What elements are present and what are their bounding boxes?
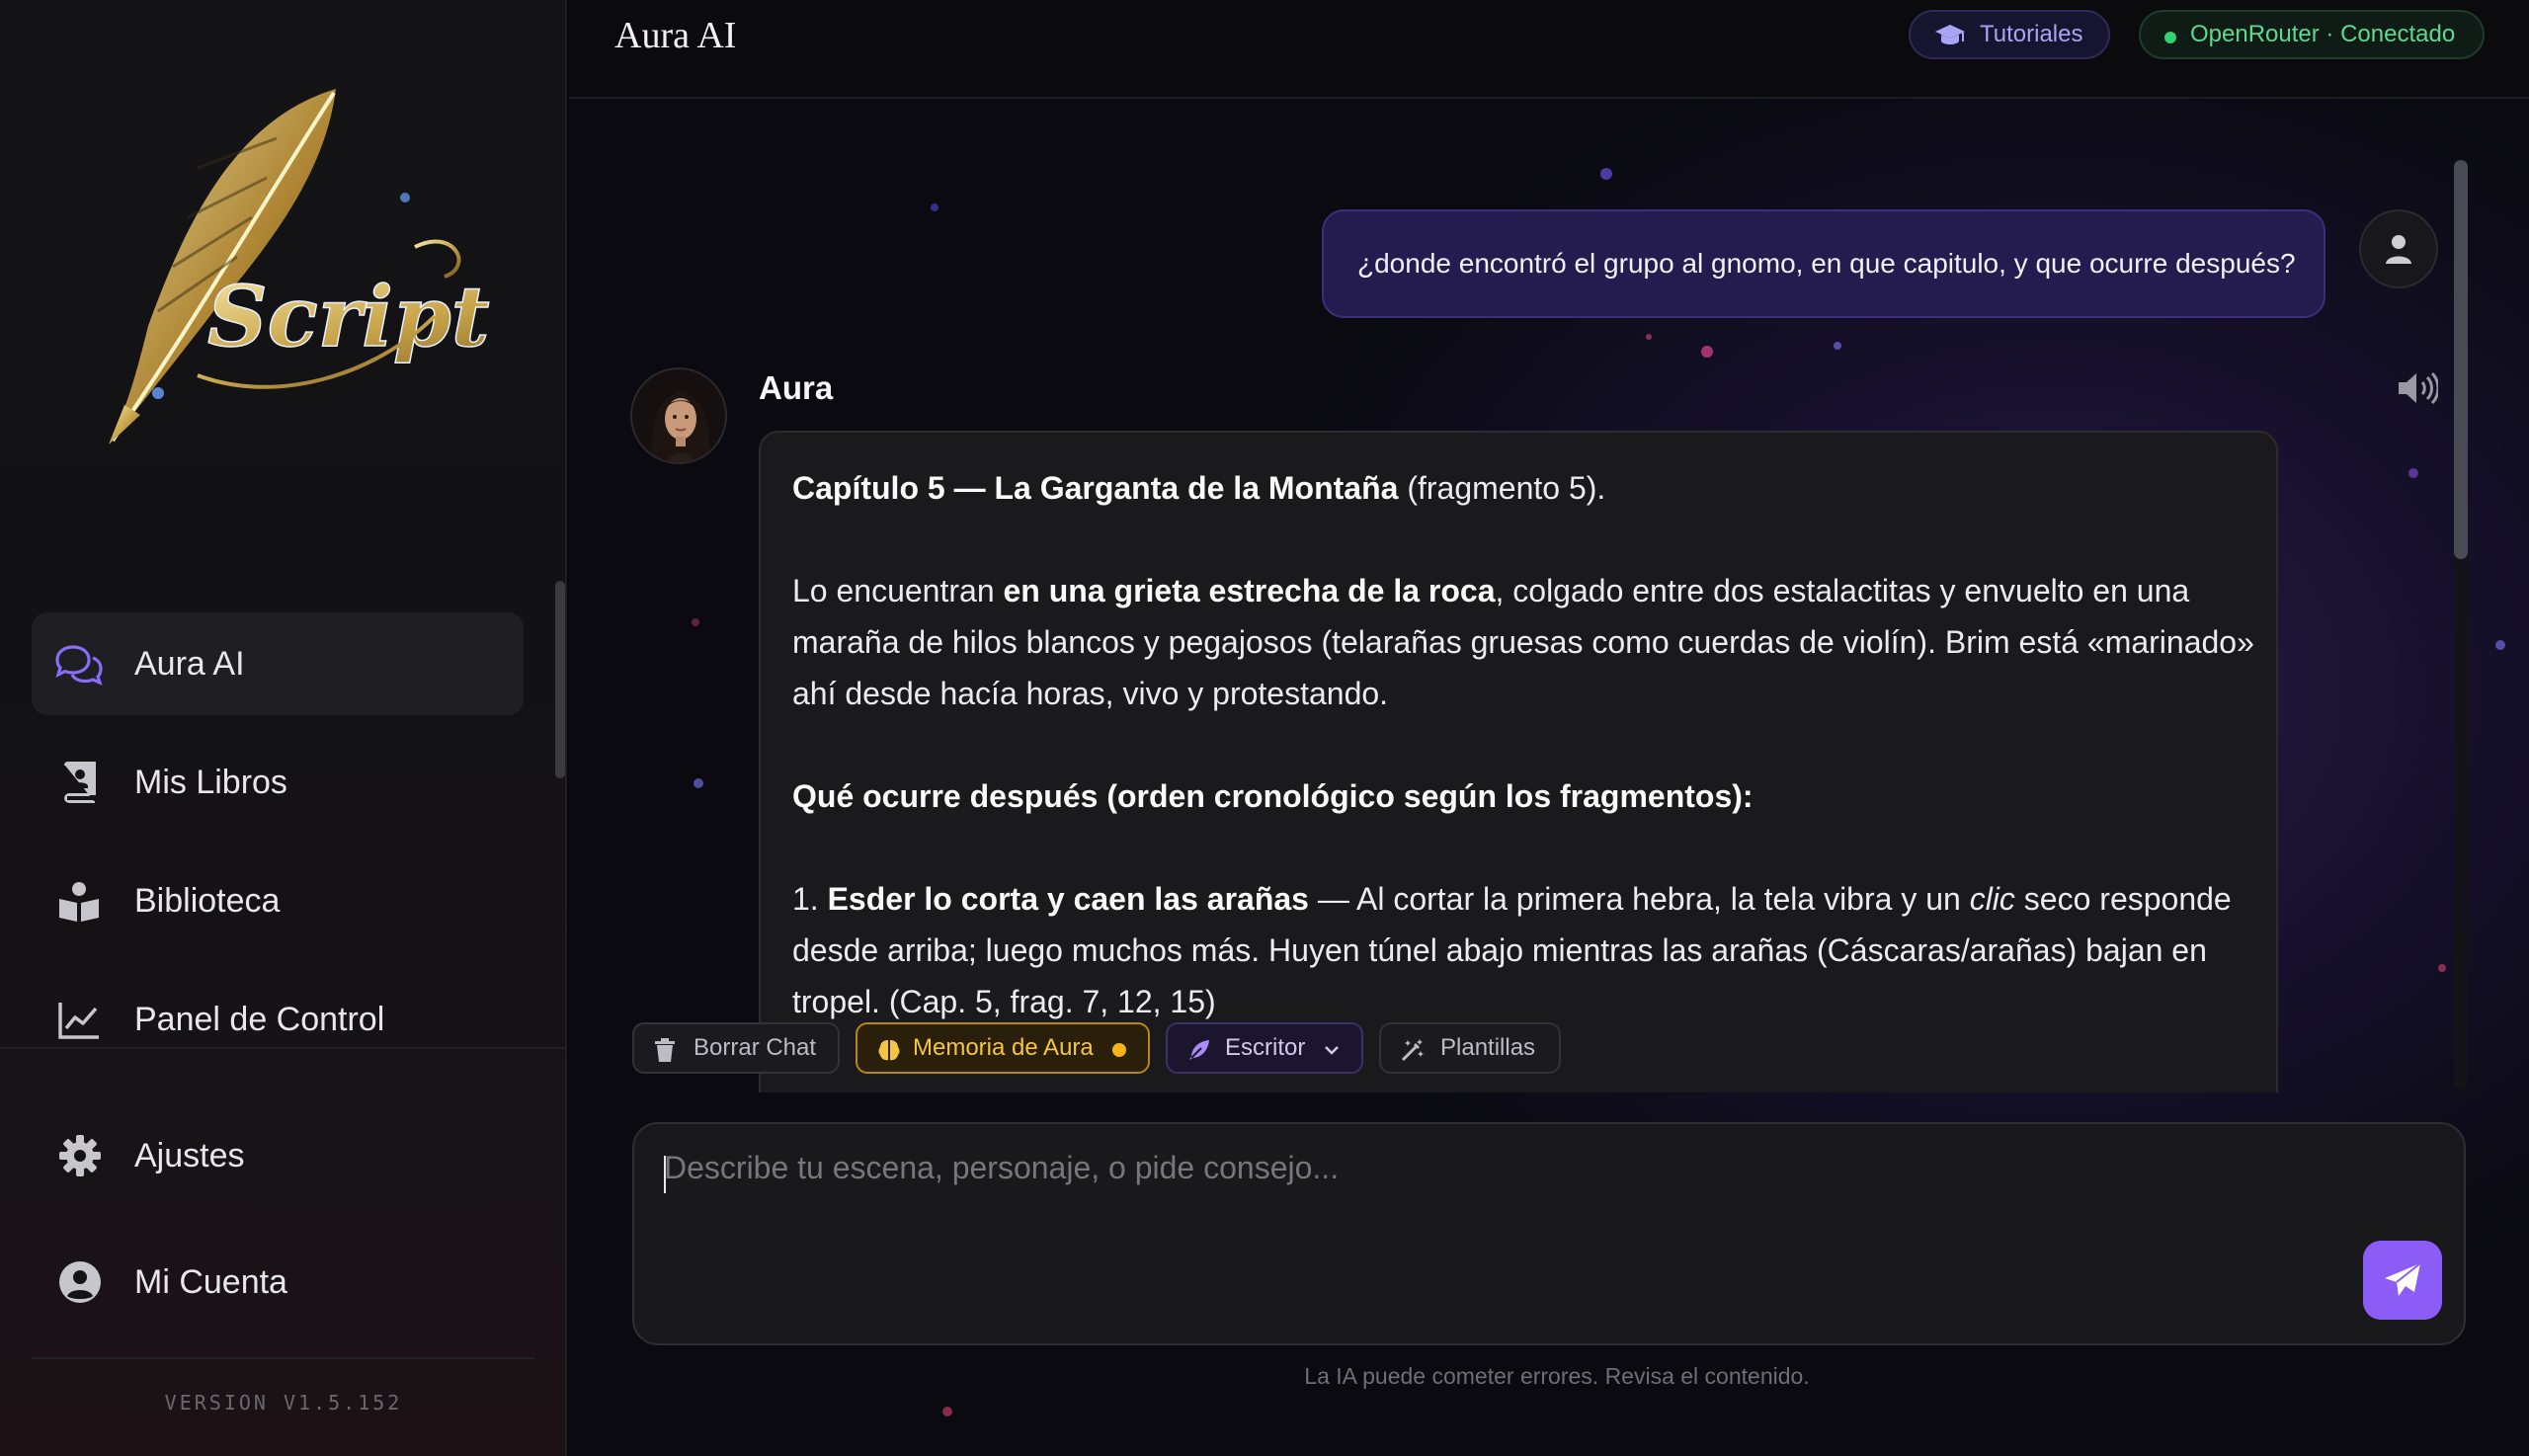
sidebar-item-label: Aura AI — [134, 644, 245, 683]
sidebar-item-panel-de-control[interactable]: Panel de Control — [32, 968, 524, 1047]
assistant-name: Aura — [759, 369, 834, 406]
paper-plane-icon — [2385, 1262, 2421, 1296]
sidebar-item-mi-cuenta[interactable]: Mi Cuenta — [32, 1235, 524, 1330]
particle — [931, 203, 938, 211]
writer-mode-label: Escritor — [1225, 1034, 1306, 1061]
memory-status-dot — [1112, 1043, 1126, 1057]
particle — [1701, 346, 1713, 358]
chat-scrollbar[interactable] — [2454, 160, 2468, 559]
sidebar-item-label: Biblioteca — [134, 881, 281, 920]
sidebar-item-label: Panel de Control — [134, 1000, 385, 1038]
magic-wand-icon — [1401, 1038, 1425, 1069]
book-icon — [53, 762, 105, 804]
send-button[interactable] — [2363, 1241, 2442, 1320]
tutorials-button[interactable]: Tutoriales — [1909, 10, 2110, 59]
version-label: VERSION V1.5.152 — [164, 1391, 403, 1415]
assistant-message-card: Capítulo 5 — La Garganta de la Montaña (… — [759, 431, 2278, 1092]
writer-mode-dropdown[interactable]: Escritor — [1166, 1022, 1363, 1074]
aura-memory-label: Memoria de Aura — [913, 1034, 1094, 1061]
templates-button[interactable]: Plantillas — [1379, 1022, 1561, 1074]
sidebar-item-aura-ai[interactable]: Aura AI — [32, 612, 524, 715]
sidebar-item-label: Mi Cuenta — [134, 1262, 287, 1301]
sidebar-item-ajustes[interactable]: Ajustes — [32, 1108, 524, 1203]
sidebar-nav: Aura AI Mis Libros Biblioteca Panel de C… — [0, 593, 553, 1047]
gear-icon — [55, 1131, 105, 1180]
assistant-message-body: Capítulo 5 — La Garganta de la Montaña (… — [792, 462, 2254, 1079]
chevron-down-icon — [1322, 1038, 1342, 1069]
aura-avatar — [630, 367, 727, 464]
particle — [1600, 168, 1612, 180]
message-bold-text: en una grieta estrecha de la roca — [1003, 573, 1496, 608]
chapter-heading: Capítulo 5 — La Garganta de la Montaña — [792, 470, 1399, 506]
user-message-bubble: ¿donde encontró el grupo al gnomo, en qu… — [1322, 209, 2325, 318]
tutorials-label: Tutoriales — [1980, 21, 2083, 47]
particle — [942, 1407, 952, 1416]
message-text: Lo encuentran — [792, 573, 1004, 608]
page-title: Aura AI — [614, 15, 737, 56]
message-composer — [632, 1122, 2466, 1345]
message-text: (fragmento 5). — [1398, 470, 1606, 506]
sidebar-item-label: Ajustes — [134, 1136, 245, 1174]
templates-label: Plantillas — [1440, 1034, 1536, 1061]
particle — [692, 618, 699, 626]
sidebar: Scriptum Aura AI Mis Libros — [0, 0, 638, 1456]
connection-status-label: OpenRouter · Conectado — [2190, 21, 2456, 47]
trash-icon — [654, 1038, 676, 1069]
particle — [2495, 640, 2505, 650]
main-panel: Aura AI Tutoriales OpenRouter · Conectad… — [569, 0, 2529, 1456]
sidebar-scrollbar[interactable] — [555, 581, 565, 778]
scriptum-logo: Scriptum — [79, 79, 638, 474]
clear-chat-button[interactable]: Borrar Chat — [632, 1022, 840, 1074]
chat-bubbles-icon — [53, 644, 105, 686]
particle — [2438, 964, 2446, 972]
version-divider — [32, 1357, 535, 1359]
sidebar-item-label: Mis Libros — [134, 763, 287, 801]
message-text: — Al cortar la primera hebra, la tela vi… — [1308, 881, 1970, 917]
particle — [693, 778, 703, 788]
clear-chat-label: Borrar Chat — [693, 1034, 817, 1061]
user-icon — [2386, 235, 2411, 264]
graduation-cap-icon — [1934, 24, 1966, 54]
app-root: Scriptum Aura AI Mis Libros — [0, 0, 2529, 1456]
sidebar-item-biblioteca[interactable]: Biblioteca — [32, 849, 524, 952]
particle — [2408, 468, 2418, 478]
user-circle-icon — [55, 1257, 105, 1307]
top-header: Aura AI Tutoriales OpenRouter · Conectad… — [569, 0, 2529, 99]
speaker-icon[interactable] — [2397, 371, 2440, 410]
aura-memory-button[interactable]: Memoria de Aura — [856, 1022, 1150, 1074]
message-italic-text: clic — [1969, 881, 2015, 917]
message-input[interactable] — [664, 1150, 2343, 1318]
particle — [1834, 342, 1841, 350]
ai-disclaimer: La IA puede cometer errores. Revisa el c… — [1304, 1363, 1810, 1389]
line-chart-icon — [53, 1000, 105, 1041]
sidebar-divider — [0, 1047, 565, 1049]
library-reader-icon — [53, 881, 105, 923]
connection-status-badge[interactable]: OpenRouter · Conectado — [2139, 10, 2485, 59]
status-dot — [2164, 32, 2176, 43]
feather-icon — [1187, 1038, 1211, 1069]
brain-icon — [877, 1038, 901, 1069]
message-bold-text: Esder lo corta y caen las arañas — [827, 881, 1309, 917]
sidebar-item-mis-libros[interactable]: Mis Libros — [32, 731, 524, 834]
logo-wordmark: Scriptum — [207, 268, 494, 365]
particle — [1646, 334, 1652, 340]
user-avatar — [2359, 209, 2438, 288]
section-heading: Qué ocurre después (orden cronológico se… — [792, 778, 1754, 814]
user-message-text: ¿donde encontró el grupo al gnomo, en qu… — [1357, 248, 2296, 279]
list-number: 1. — [792, 881, 828, 917]
